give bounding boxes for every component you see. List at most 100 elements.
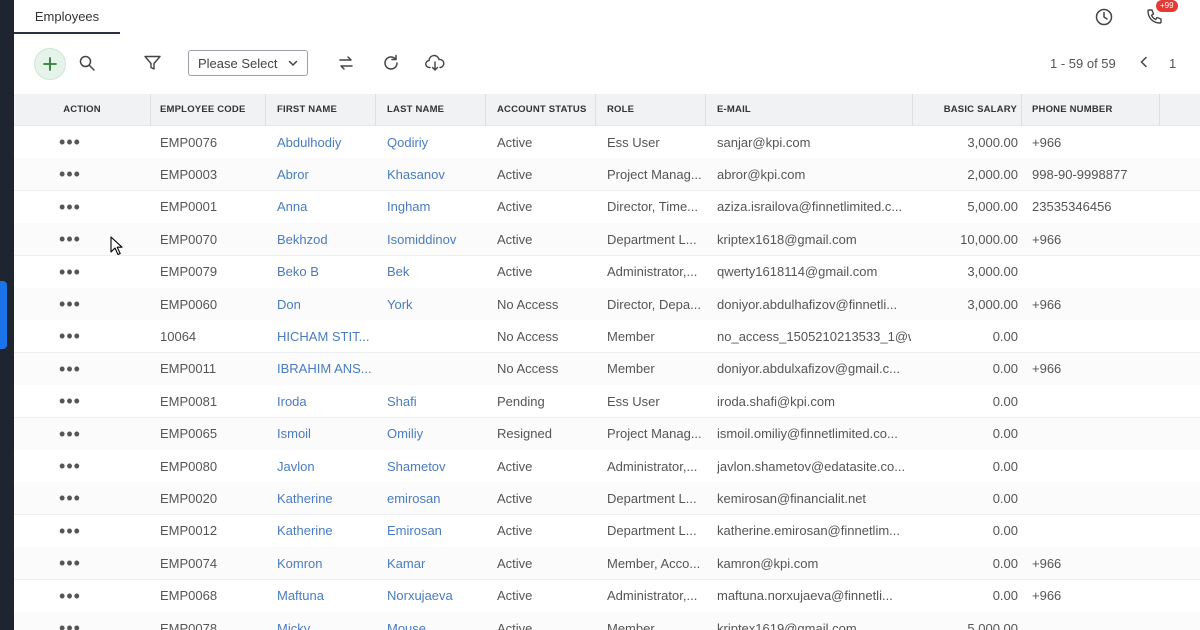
cell-last-name[interactable]: Norxujaeva <box>387 580 485 612</box>
refresh-button[interactable] <box>376 48 406 78</box>
cell-role: Department L... <box>607 490 697 506</box>
column-header-account-status[interactable]: ACCOUNT STATUS <box>487 94 596 125</box>
table-row[interactable]: ••• EMP0060 Don York No Access Director,… <box>14 288 1200 321</box>
table-row[interactable]: ••• EMP0068 Maftuna Norxujaeva Active Ad… <box>14 579 1200 613</box>
sidebar-scroll-indicator[interactable] <box>0 281 7 349</box>
cell-account-status: Active <box>497 588 533 604</box>
cell-basic-salary: 0.00 <box>992 361 1018 377</box>
filter-select[interactable]: Please Select <box>188 50 308 76</box>
row-actions-menu-icon[interactable]: ••• <box>59 489 81 507</box>
cell-phone-number: +966 <box>1032 231 1062 247</box>
clock-icon[interactable] <box>1090 3 1118 31</box>
row-actions-menu-icon[interactable]: ••• <box>59 295 81 313</box>
table-row[interactable]: ••• EMP0020 Katherine emirosan Active De… <box>14 482 1200 516</box>
cell-email: kemirosan@financialit.net <box>717 490 867 506</box>
cell-last-name[interactable]: Khasanov <box>387 158 485 190</box>
current-page-number[interactable]: 1 <box>1169 56 1176 71</box>
column-header-action[interactable]: ACTION <box>14 94 151 125</box>
row-actions-menu-icon[interactable]: ••• <box>59 619 81 630</box>
column-header-email[interactable]: E-MAIL <box>707 94 913 125</box>
notification-badge: +99 <box>1156 0 1178 12</box>
column-header-first-name[interactable]: FIRST NAME <box>267 94 376 125</box>
cell-last-name[interactable]: Omiliy <box>387 418 485 450</box>
row-actions-menu-icon[interactable]: ••• <box>59 360 81 378</box>
table-row[interactable]: ••• EMP0070 Bekhzod Isomiddinov Active D… <box>14 223 1200 257</box>
cell-first-name[interactable]: Ismoil <box>277 418 375 450</box>
cell-first-name[interactable]: Katherine <box>277 515 375 547</box>
table-row[interactable]: ••• EMP0080 Javlon Shametov Active Admin… <box>14 450 1200 483</box>
filter-button[interactable] <box>137 48 167 78</box>
cell-first-name[interactable]: Abdulhodiy <box>277 126 375 158</box>
cell-last-name[interactable] <box>387 353 485 385</box>
table-row[interactable]: ••• EMP0076 Abdulhodiy Qodiriy Active Es… <box>14 126 1200 159</box>
cell-last-name[interactable]: emirosan <box>387 482 485 514</box>
cell-first-name[interactable]: Katherine <box>277 482 375 514</box>
cell-role: Member <box>607 361 655 377</box>
row-actions-menu-icon[interactable]: ••• <box>59 522 81 540</box>
cell-first-name[interactable]: Javlon <box>277 450 375 482</box>
cell-first-name[interactable]: Maftuna <box>277 580 375 612</box>
download-button[interactable] <box>420 48 450 78</box>
column-header-role[interactable]: ROLE <box>597 94 706 125</box>
column-header-last-name[interactable]: LAST NAME <box>377 94 486 125</box>
cell-last-name[interactable]: Shafi <box>387 385 485 417</box>
row-actions-menu-icon[interactable]: ••• <box>59 425 81 443</box>
column-header-phone-number[interactable]: PHONE NUMBER <box>1023 94 1160 125</box>
cell-last-name[interactable]: Kamar <box>387 547 485 579</box>
cell-first-name[interactable]: Don <box>277 288 375 320</box>
row-actions-menu-icon[interactable]: ••• <box>59 327 81 345</box>
previous-page-button[interactable] <box>1134 52 1154 72</box>
cell-first-name[interactable]: IBRAHIM ANS... <box>277 353 375 385</box>
swap-button[interactable] <box>331 48 361 78</box>
cell-last-name[interactable]: Qodiriy <box>387 126 485 158</box>
tab-employees[interactable]: Employees <box>14 0 120 34</box>
cell-basic-salary: 3,000.00 <box>967 134 1018 150</box>
row-actions-menu-icon[interactable]: ••• <box>59 263 81 281</box>
cell-last-name[interactable] <box>387 320 485 352</box>
row-actions-menu-icon[interactable]: ••• <box>59 230 81 248</box>
phone-icon[interactable]: +99 <box>1140 0 1178 31</box>
cell-account-status: Active <box>497 199 533 215</box>
cell-last-name[interactable]: Mouse <box>387 612 485 630</box>
cell-last-name[interactable]: Bek <box>387 256 485 288</box>
row-actions-menu-icon[interactable]: ••• <box>59 587 81 605</box>
table-row[interactable]: ••• EMP0003 Abror Khasanov Active Projec… <box>14 158 1200 192</box>
cell-email: no_access_1505210213533_1@w... <box>717 328 911 344</box>
cell-basic-salary: 0.00 <box>992 426 1018 442</box>
table-row[interactable]: ••• EMP0079 Beko B Bek Active Administra… <box>14 255 1200 289</box>
row-actions-menu-icon[interactable]: ••• <box>59 165 81 183</box>
add-employee-button[interactable] <box>34 48 66 80</box>
cell-last-name[interactable]: Ingham <box>387 191 485 223</box>
cell-first-name[interactable]: Beko B <box>277 256 375 288</box>
cell-account-status: Active <box>497 134 533 150</box>
row-actions-menu-icon[interactable]: ••• <box>59 554 81 572</box>
table-row[interactable]: ••• EMP0074 Komron Kamar Active Member, … <box>14 547 1200 581</box>
row-actions-menu-icon[interactable]: ••• <box>59 198 81 216</box>
row-actions-menu-icon[interactable]: ••• <box>59 457 81 475</box>
table-row[interactable]: ••• EMP0078 Micky Mouse Active Member kr… <box>14 612 1200 630</box>
cell-last-name[interactable]: Isomiddinov <box>387 223 485 255</box>
row-actions-menu-icon[interactable]: ••• <box>59 133 81 151</box>
table-row[interactable]: ••• EMP0012 Katherine Emirosan Active De… <box>14 514 1200 548</box>
row-actions-menu-icon[interactable]: ••• <box>59 392 81 410</box>
table-row[interactable]: ••• EMP0081 Iroda Shafi Pending Ess User… <box>14 385 1200 419</box>
cell-first-name[interactable]: Abror <box>277 158 375 190</box>
cell-last-name[interactable]: York <box>387 288 485 320</box>
cell-first-name[interactable]: Micky <box>277 612 375 630</box>
column-header-basic-salary[interactable]: BASIC SALARY <box>914 94 1022 125</box>
cell-phone-number: +966 <box>1032 361 1062 377</box>
cell-first-name[interactable]: Komron <box>277 547 375 579</box>
cell-first-name[interactable]: Anna <box>277 191 375 223</box>
table-row[interactable]: ••• EMP0001 Anna Ingham Active Director,… <box>14 190 1200 224</box>
table-row[interactable]: ••• EMP0011 IBRAHIM ANS... No Access Mem… <box>14 352 1200 386</box>
table-row[interactable]: ••• EMP0065 Ismoil Omiliy Resigned Proje… <box>14 417 1200 451</box>
cell-first-name[interactable]: Bekhzod <box>277 223 375 255</box>
search-button[interactable] <box>72 48 102 78</box>
cell-last-name[interactable]: Emirosan <box>387 515 485 547</box>
cell-first-name[interactable]: HICHAM STIT... <box>277 320 375 352</box>
table-row[interactable]: ••• 10064 HICHAM STIT... No Access Membe… <box>14 320 1200 354</box>
cell-account-status: Active <box>497 231 533 247</box>
cell-last-name[interactable]: Shametov <box>387 450 485 482</box>
cell-first-name[interactable]: Iroda <box>277 385 375 417</box>
column-header-employee-code[interactable]: EMPLOYEE CODE <box>151 94 266 125</box>
